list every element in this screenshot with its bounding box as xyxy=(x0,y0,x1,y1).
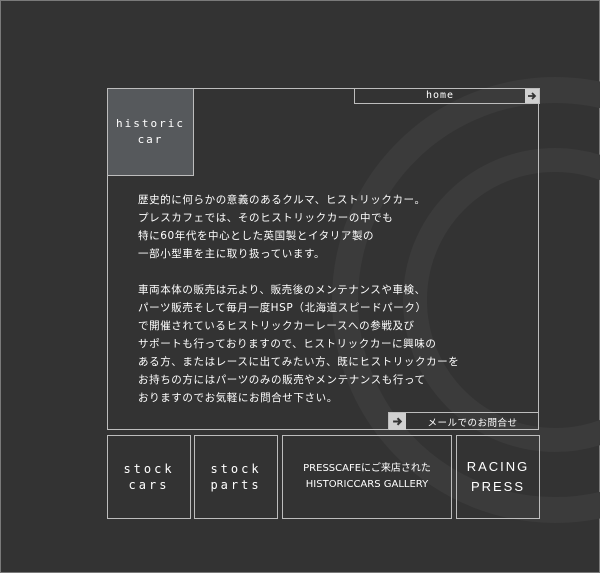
title-line-2: car xyxy=(137,133,164,146)
nav-label: parts xyxy=(210,478,262,492)
nav-label: PRESSCAFEにご来店された xyxy=(303,463,431,474)
arrow-right-icon[interactable] xyxy=(525,88,539,103)
nav-label: HISTORICCARS GALLERY xyxy=(305,479,429,490)
section-title: historic car xyxy=(108,89,194,176)
intro-line: 車両本体の販売は元より、販売後のメンテナンスや車検、 xyxy=(138,284,426,296)
nav-label: RACING xyxy=(466,459,530,474)
stock-cars-button[interactable]: stock cars xyxy=(107,435,191,519)
title-line-1: historic xyxy=(116,117,185,130)
intro-line: 一部小型車を主に取り扱っています。 xyxy=(138,248,326,260)
mail-contact-label: メールでのお問合せ xyxy=(427,417,518,429)
gallery-button[interactable]: PRESSCAFEにご来店された HISTORICCARS GALLERY xyxy=(282,435,452,519)
intro-line: 歴史的に何らかの意義のあるクルマ、ヒストリックカー。 xyxy=(138,194,426,206)
intro-line: お持ちの方にはパーツのみの販売やメンテナンスも行って xyxy=(138,374,426,386)
intro-line: サポートも行っておりますので、ヒストリックカーに興味の xyxy=(138,338,437,350)
intro-text: 歴史的に何らかの意義のあるクルマ、ヒストリックカー。 プレスカフェでは、そのヒス… xyxy=(138,191,518,407)
nav-label: stock xyxy=(210,462,262,476)
intro-line: 特に60年代を中心とした英国製とイタリア製の xyxy=(138,230,375,242)
nav-label: cars xyxy=(128,478,170,492)
racing-press-button[interactable]: RACING PRESS xyxy=(456,435,540,519)
intro-line: プレスカフェでは、そのヒストリックカーの中でも xyxy=(138,212,394,224)
intro-line: で開催されているヒストリックカーレースへの参戦及び xyxy=(138,320,415,332)
home-link[interactable]: home xyxy=(354,88,540,104)
intro-line: パーツ販売そして毎月一度HSP（北海道スピードパーク） xyxy=(138,302,427,314)
arrow-right-icon[interactable] xyxy=(389,413,406,430)
nav-label: stock xyxy=(123,462,175,476)
home-label: home xyxy=(425,90,455,101)
intro-line: おりますのでお気軽にお問合せ下さい。 xyxy=(138,392,338,404)
mail-contact-link[interactable]: メールでのお問合せ xyxy=(388,412,539,430)
stock-parts-button[interactable]: stock parts xyxy=(194,435,278,519)
nav-label: PRESS xyxy=(470,479,526,494)
intro-line: ある方、またはレースに出てみたい方、既にヒストリックカーを xyxy=(138,356,460,368)
